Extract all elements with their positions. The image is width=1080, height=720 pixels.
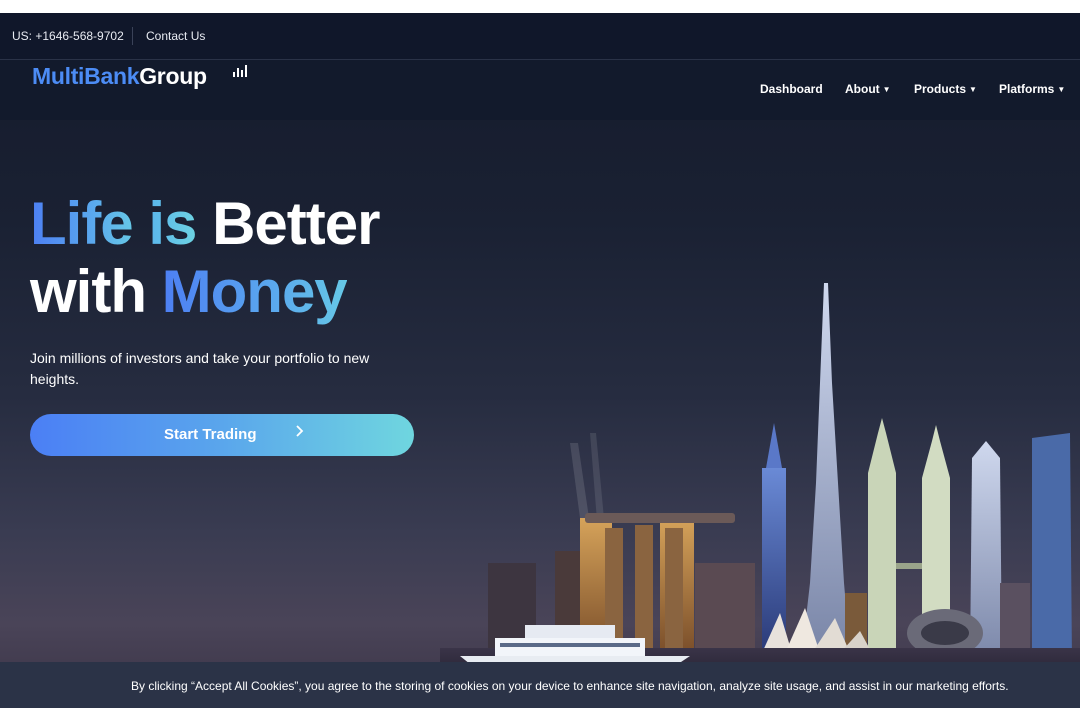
hero-word-better: Better	[212, 190, 380, 257]
hero-word-with: with	[30, 258, 147, 325]
city-skyline-illustration	[440, 283, 1080, 673]
nav-products[interactable]: Products ▼	[914, 82, 977, 96]
top-utility-bar: US: +1646-568-9702 Contact Us	[0, 13, 1080, 60]
hero-subtitle: Join millions of investors and take your…	[30, 350, 370, 387]
logo-bars-icon	[233, 65, 247, 77]
contact-us-link[interactable]: Contact Us	[146, 29, 205, 43]
cookie-consent-text: By clicking “Accept All Cookies”, you ag…	[131, 679, 1009, 693]
hero-title-line-2: with Money	[30, 258, 379, 326]
nav-dashboard[interactable]: Dashboard	[760, 82, 823, 96]
logo-text-multibank: MultiBank	[32, 63, 140, 89]
nav-dashboard-label: Dashboard	[760, 82, 823, 96]
topbar-divider	[132, 27, 133, 45]
hero-word-life: Life	[30, 190, 134, 257]
chevron-right-icon	[295, 424, 305, 443]
phone-number[interactable]: US: +1646-568-9702	[12, 29, 124, 43]
start-trading-label: Start Trading	[164, 426, 257, 443]
caret-down-icon: ▼	[1057, 85, 1066, 94]
start-trading-button[interactable]: Start Trading	[30, 414, 414, 456]
main-header: MultiBankGroup Dashboard About ▼ Products…	[0, 60, 1080, 120]
nav-platforms-label: Platforms	[999, 82, 1055, 96]
caret-down-icon: ▼	[882, 85, 891, 94]
multibank-logo[interactable]: MultiBankGroup	[32, 63, 207, 90]
logo-text-group: Group	[139, 63, 207, 89]
nav-about-label: About	[845, 82, 880, 96]
caret-down-icon: ▼	[969, 85, 977, 94]
hero-word-is: is	[148, 190, 197, 257]
nav-platforms[interactable]: Platforms ▼	[999, 82, 1065, 96]
cookie-consent-banner: By clicking “Accept All Cookies”, you ag…	[0, 662, 1080, 708]
nav-products-label: Products	[914, 82, 967, 96]
nav-about[interactable]: About ▼	[845, 82, 891, 96]
hero-title-line-1: Life is Better	[30, 190, 380, 258]
page-viewport: US: +1646-568-9702 Contact Us MultiBankG…	[0, 13, 1080, 708]
hero-title: Life is Better with Money	[30, 190, 380, 326]
hero-word-money: Money	[161, 258, 348, 325]
